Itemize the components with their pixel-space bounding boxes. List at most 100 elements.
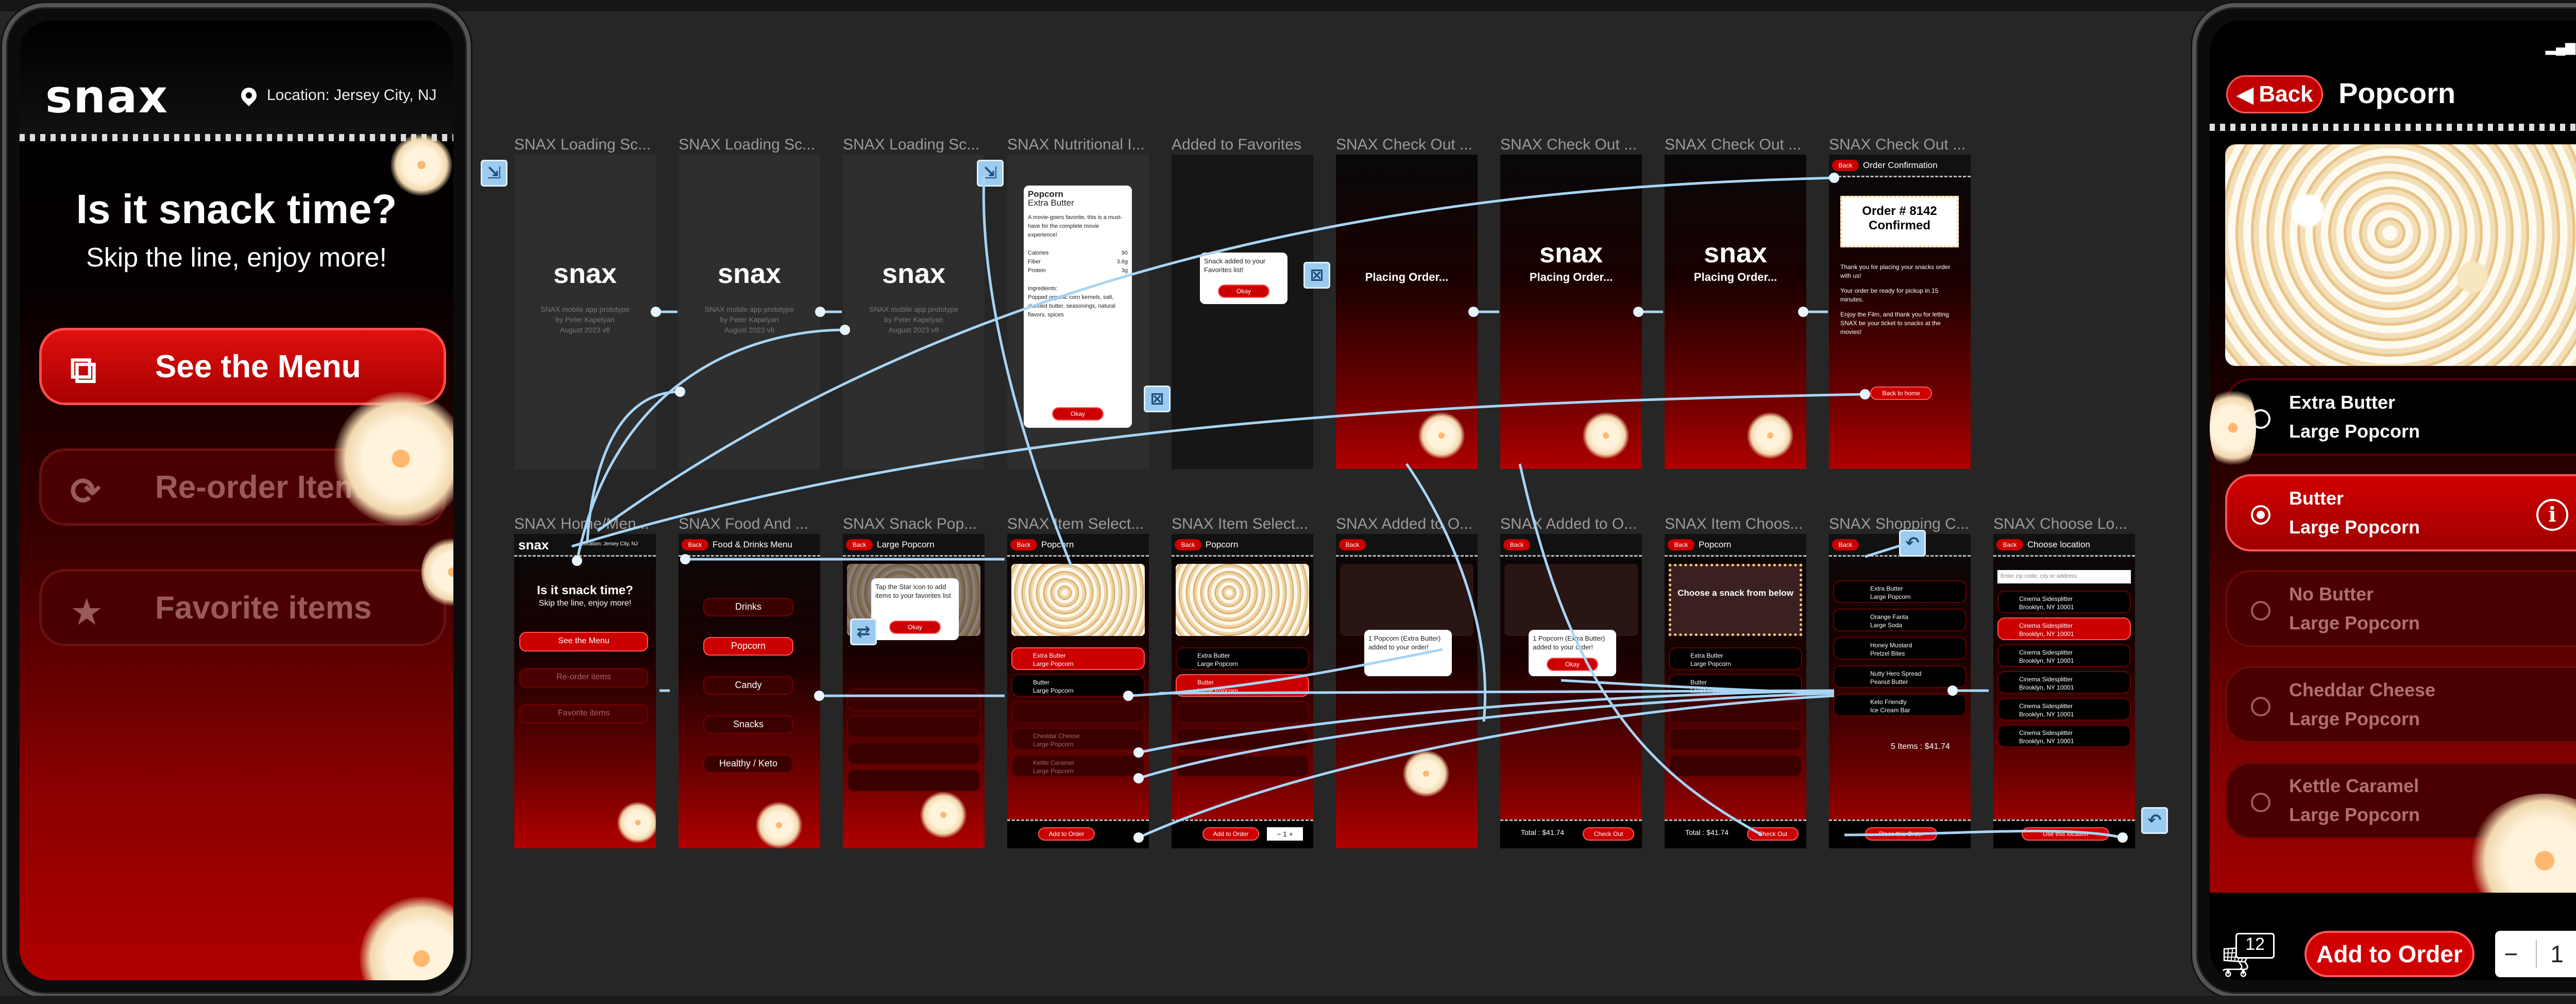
- place-order-button[interactable]: Place this Order: [1865, 827, 1937, 841]
- add-to-order-button[interactable]: Add to Order: [1038, 827, 1095, 841]
- cart-row[interactable]: Orange Fanta Large Soda: [1833, 609, 1967, 631]
- see-menu-button[interactable]: See the Menu: [519, 632, 648, 651]
- home-screen: snax Location: Jersey City, NJ Is it sna…: [20, 21, 453, 980]
- back-button[interactable]: Back: [1832, 539, 1859, 550]
- option-row[interactable]: [1669, 728, 1802, 750]
- favorites-button[interactable]: Favorite items: [519, 704, 648, 724]
- back-button[interactable]: Back: [1668, 539, 1694, 550]
- option-row[interactable]: [1176, 701, 1309, 724]
- option-extra-butter[interactable]: Extra Butter Large Popcorn: [2225, 378, 2576, 456]
- location-row[interactable]: Cinema Sidesplitter Brooklyn, NY 10001: [1997, 644, 2131, 667]
- location-row[interactable]: Cinema Sidesplitter Brooklyn, NY 10001: [1997, 617, 2131, 640]
- cart-row[interactable]: Extra Butter Large Popcorn: [1833, 580, 1967, 603]
- option-row[interactable]: [1011, 701, 1145, 724]
- back-button[interactable]: Back: [1339, 539, 1366, 550]
- frame-added-favorites[interactable]: Snack added to your Favorites list! Okay: [1172, 155, 1313, 469]
- back-button[interactable]: Back: [1010, 539, 1037, 550]
- frame-checkout-3[interactable]: snax Placing Order...: [1665, 155, 1806, 469]
- frame-loading-2[interactable]: snax SNAX mobile app prototype by Peter …: [679, 155, 820, 469]
- frame-shopping-cart[interactable]: Back Extra Butter Large Popcorn Orange Fa…: [1829, 534, 1971, 848]
- back-button[interactable]: Back: [1996, 539, 2023, 550]
- frame-home-menu[interactable]: snax Location: Jersey City, NJ Is it sna…: [514, 534, 656, 848]
- menu-popcorn[interactable]: Popcorn: [703, 637, 793, 656]
- add-to-order-button[interactable]: Add to Order: [1202, 827, 1259, 841]
- back-action-icon[interactable]: ↶: [2141, 807, 2168, 834]
- frame-snack-popcorn[interactable]: Back Large Popcorn Tap the Star icon to …: [843, 534, 985, 848]
- cart-row[interactable]: Nutty Hero Spread Peanut Butter: [1833, 665, 1967, 688]
- option-row[interactable]: Extra Butter Large Popcorn: [1669, 647, 1802, 670]
- okay-button[interactable]: Okay: [889, 621, 941, 634]
- location-row[interactable]: Cinema Sidesplitter Brooklyn, NY 10001: [1997, 591, 2131, 613]
- checkout-button[interactable]: Check Out: [1747, 827, 1799, 841]
- cart-row[interactable]: Honey Mustard Pretzel Bites: [1833, 637, 1967, 660]
- close-overlay-icon[interactable]: ⊠: [1303, 262, 1330, 289]
- back-button[interactable]: Back: [846, 539, 873, 550]
- frame-item-select-1[interactable]: Back Popcorn Extra Butter Large Popcorn B…: [1007, 534, 1149, 848]
- frame-item-choose[interactable]: Back Popcorn Choose a snack from below E…: [1665, 534, 1806, 848]
- option-cheddar-cheese[interactable]: Cheddar Cheese Large Popcorn: [2225, 666, 2576, 743]
- option-row[interactable]: Kettle Caramel Large Popcorn: [1011, 755, 1145, 777]
- frame-choose-location[interactable]: Back Choose location Enter zip code, cit…: [1993, 534, 2135, 848]
- quantity-value: 1: [2536, 940, 2576, 968]
- quantity-stepper[interactable]: − 1 +: [2495, 931, 2576, 977]
- location-row[interactable]: Cinema Sidesplitter Brooklyn, NY 10001: [1997, 671, 2131, 694]
- back-action-icon[interactable]: ↶: [1899, 530, 1926, 557]
- option-row[interactable]: [1176, 728, 1309, 750]
- option-row[interactable]: Extra Butter Large Popcorn: [1011, 647, 1145, 670]
- option-butter[interactable]: Butter Large Popcorn i ☆: [2225, 474, 2576, 551]
- checkout-button[interactable]: Check Out: [1583, 827, 1634, 841]
- add-to-order-button[interactable]: Add to Order: [2304, 931, 2475, 977]
- flow-start-icon[interactable]: ⇲: [481, 160, 507, 187]
- close-overlay-icon[interactable]: ⊠: [1144, 386, 1171, 412]
- frame-food-drinks-menu[interactable]: Back Food & Drinks Menu Drinks Popcorn C…: [679, 534, 820, 848]
- frame-item-select-2[interactable]: Back Popcorn Extra Butter Large Popcorn B…: [1172, 534, 1313, 848]
- okay-button[interactable]: Okay: [1218, 285, 1269, 298]
- back-button[interactable]: Back: [682, 539, 708, 550]
- frame-loading-1[interactable]: snax SNAX mobile app prototype by Peter …: [514, 155, 656, 469]
- option-row[interactable]: [1176, 755, 1309, 777]
- option-row[interactable]: Butter Large Popcorn: [1176, 674, 1309, 697]
- location-label[interactable]: Location: Jersey City, NJ: [267, 87, 437, 104]
- minus-button[interactable]: −: [2504, 940, 2518, 968]
- frame-label: SNAX Nutritional I...: [1007, 136, 1145, 153]
- option-row[interactable]: Extra Butter Large Popcorn: [1176, 647, 1309, 670]
- back-home-button[interactable]: Back to home: [1870, 387, 1932, 400]
- option-row[interactable]: Butter Large Popcorn: [1011, 674, 1145, 697]
- frame-checkout-1[interactable]: Placing Order...: [1336, 155, 1478, 469]
- info-icon[interactable]: i: [2536, 499, 2568, 531]
- okay-button[interactable]: Okay: [1547, 658, 1598, 671]
- back-button[interactable]: Back: [1832, 160, 1859, 171]
- option-row[interactable]: [1669, 755, 1802, 777]
- menu-snacks[interactable]: Snacks: [703, 715, 793, 734]
- swap-overlay-icon[interactable]: ⇄: [850, 618, 877, 645]
- frame-loading-3[interactable]: snax SNAX mobile app prototype by Peter …: [843, 155, 985, 469]
- menu-candy[interactable]: Candy: [703, 676, 793, 695]
- back-button[interactable]: Back: [1503, 539, 1530, 550]
- frame-label: SNAX Check Out ...: [1500, 136, 1637, 153]
- frame-added-to-order-1[interactable]: Back 1 Popcorn (Extra Butter) added to y…: [1336, 534, 1478, 848]
- location-row[interactable]: Cinema Sidesplitter Brooklyn, NY 10001: [1997, 698, 2131, 721]
- option-row[interactable]: Butter Large Popcorn: [1669, 674, 1802, 697]
- use-location-button[interactable]: Use this location: [2022, 827, 2109, 841]
- frame-order-confirmation[interactable]: Back Order Confirmation Order # 8142 Con…: [1829, 155, 1971, 469]
- okay-button[interactable]: Okay: [1052, 407, 1104, 421]
- frame-added-to-order-2[interactable]: Back 1 Popcorn (Extra Butter) added to y…: [1500, 534, 1642, 848]
- location-row[interactable]: Cinema Sidesplitter Brooklyn, NY 10001: [1997, 725, 2131, 747]
- frame-nutrition[interactable]: Popcorn Extra Butter A movie-goers favor…: [1007, 155, 1149, 469]
- back-button[interactable]: ◀ Back: [2226, 75, 2323, 113]
- option-row[interactable]: Cheddar Cheese Large Popcorn: [1011, 728, 1145, 750]
- option-no-butter[interactable]: No Butter Large Popcorn: [2225, 570, 2576, 647]
- option-row[interactable]: [1669, 701, 1802, 724]
- back-button[interactable]: Back: [1175, 539, 1201, 550]
- qty-stepper[interactable]: − 1 +: [1267, 827, 1303, 841]
- frame-checkout-2[interactable]: snax Placing Order...: [1500, 155, 1642, 469]
- item-select-phone-preview: ▂▄▆ ◠ ▭ ◀Back Popcorn Extra Butter Large…: [2192, 3, 2576, 998]
- flow-start-icon[interactable]: ⇲: [977, 160, 1004, 187]
- favorite-items-button[interactable]: ★ Favorite items: [39, 569, 446, 646]
- frame-label: SNAX Home/Men...: [514, 515, 649, 532]
- menu-drinks[interactable]: Drinks: [703, 598, 793, 616]
- cart-row[interactable]: Keto Friendly Ice Cream Bar: [1833, 694, 1967, 716]
- menu-healthy-keto[interactable]: Healthy / Keto: [703, 755, 793, 773]
- location-search-input[interactable]: Enter zip code, city or address: [1997, 570, 2131, 583]
- reorder-button[interactable]: Re-order items: [519, 668, 648, 688]
